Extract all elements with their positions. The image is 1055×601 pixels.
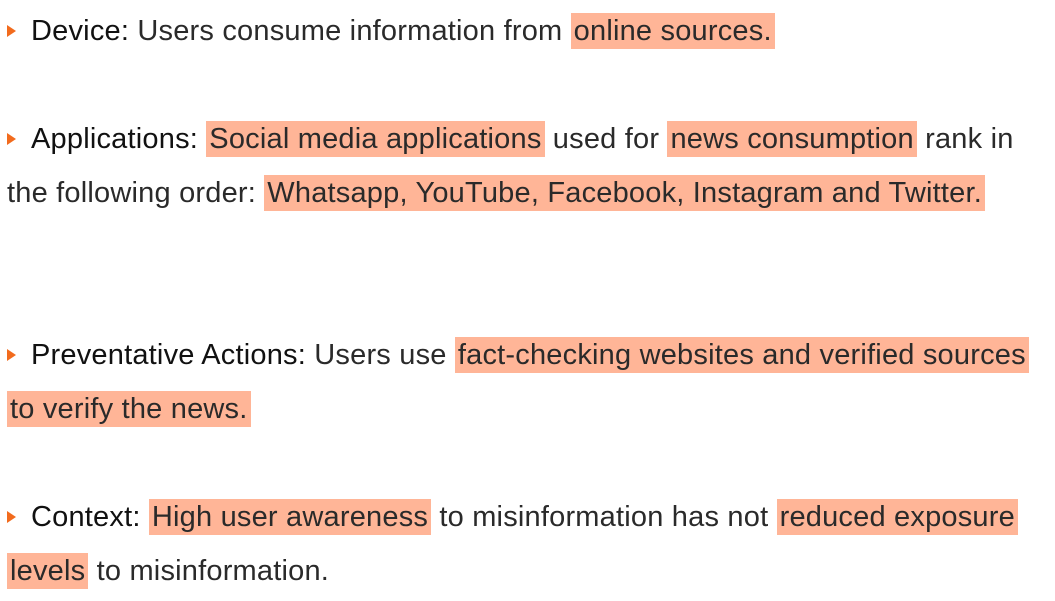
bullet-preventative-actions: Preventative Actions: Users use fact-che…	[7, 328, 1047, 436]
body-text: Users use	[306, 339, 455, 371]
body-text: to misinformation has not	[431, 501, 777, 533]
bullet-arrow-icon	[7, 349, 16, 361]
highlighted-text: news consumption	[667, 121, 917, 157]
highlighted-text: Whatsapp, YouTube, Facebook, Instagram a…	[264, 175, 985, 211]
bullet-label: Applications:	[31, 123, 199, 155]
bullet-arrow-icon	[7, 133, 16, 145]
body-text: to misinformation.	[88, 555, 330, 587]
bullet-arrow-icon	[7, 25, 16, 37]
body-text	[141, 501, 149, 533]
body-text: used for	[544, 123, 668, 155]
bullet-device: Device: Users consume information from o…	[7, 4, 1047, 58]
bullet-arrow-icon	[7, 511, 16, 523]
highlighted-text: online sources.	[570, 13, 775, 49]
bullet-label: Preventative Actions:	[31, 339, 307, 371]
bullet-label: Device:	[31, 15, 130, 47]
bullet-applications: Applications: Social media applications …	[7, 112, 1047, 220]
bullet-context: Context: High user awareness to misinfor…	[7, 490, 1047, 598]
highlighted-text: High user awareness	[148, 499, 432, 535]
bullet-label: Context:	[31, 501, 141, 533]
body-text: Users consume information from	[129, 15, 571, 47]
highlighted-text: Social media applications	[206, 121, 545, 157]
